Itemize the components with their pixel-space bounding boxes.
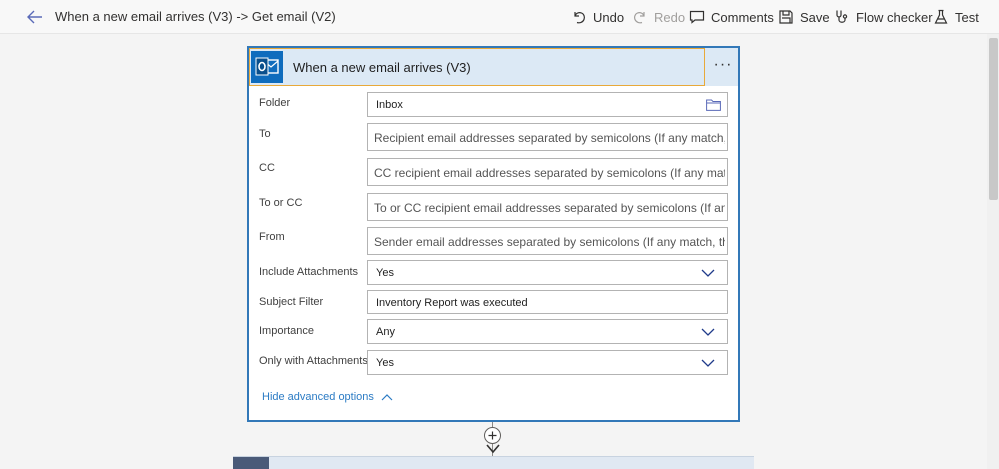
folder-field[interactable]: Inbox	[367, 92, 728, 117]
outlook-icon	[251, 51, 283, 83]
redo-label: Redo	[654, 9, 686, 25]
include-attachments-label: Include Attachments	[259, 266, 359, 278]
flow-breadcrumb: When a new email arrives (V3) -> Get ema…	[55, 9, 336, 24]
card-title: When a new email arrives (V3)	[293, 60, 471, 75]
to-or-cc-field[interactable]: To or CC recipient email addresses separ…	[367, 193, 728, 221]
redo-icon	[634, 12, 645, 24]
save-button[interactable]: Save	[778, 7, 830, 27]
subject-filter-label: Subject Filter	[259, 296, 324, 308]
save-icon	[779, 10, 793, 24]
scrollbar-thumb[interactable]	[989, 38, 998, 200]
to-or-cc-label: To or CC	[259, 197, 303, 209]
subject-filter-value: Inventory Report was executed	[376, 297, 528, 309]
to-or-cc-placeholder: To or CC recipient email addresses separ…	[374, 201, 725, 215]
only-with-attachments-dropdown[interactable]: Yes	[367, 350, 728, 375]
undo-label: Undo	[593, 9, 625, 25]
test-button[interactable]: Test	[933, 7, 979, 27]
hide-advanced-options-link[interactable]: Hide advanced options	[262, 391, 393, 403]
to-label: To	[259, 128, 271, 140]
only-with-attachments-value: Yes	[376, 357, 394, 369]
flow-checker-label: Flow checker	[856, 9, 933, 25]
test-label: Test	[955, 9, 979, 25]
importance-value: Any	[376, 326, 395, 338]
undo-button[interactable]: Undo	[571, 7, 624, 27]
trigger-card: When a new email arrives (V3) ··· Folder…	[247, 46, 740, 422]
chevron-down-icon	[701, 269, 715, 277]
undo-icon	[574, 12, 585, 24]
folder-icon[interactable]	[706, 99, 721, 111]
chevron-up-icon	[381, 394, 393, 401]
next-action-card[interactable]	[233, 456, 754, 469]
plus-icon	[488, 431, 497, 440]
redo-button[interactable]: Redo	[632, 7, 685, 27]
insert-step-button[interactable]	[484, 427, 501, 444]
hide-advanced-options-label: Hide advanced options	[262, 391, 374, 403]
flask-icon	[934, 9, 948, 24]
include-attachments-value: Yes	[376, 267, 394, 279]
importance-dropdown[interactable]: Any	[367, 319, 728, 344]
from-placeholder: Sender email addresses separated by semi…	[374, 235, 725, 249]
comments-label: Comments	[711, 9, 774, 25]
cc-label: CC	[259, 162, 275, 174]
folder-value: Inbox	[376, 99, 403, 111]
comment-icon	[689, 10, 705, 24]
from-label: From	[259, 231, 285, 243]
chevron-down-icon	[701, 328, 715, 336]
only-with-attachments-label: Only with Attachments	[259, 355, 368, 367]
cc-placeholder: CC recipient email addresses separated b…	[374, 166, 725, 180]
to-placeholder: Recipient email addresses separated by s…	[374, 131, 725, 145]
chevron-down-icon	[701, 359, 715, 367]
stethoscope-icon	[836, 10, 848, 23]
to-field[interactable]: Recipient email addresses separated by s…	[367, 123, 728, 151]
save-label: Save	[800, 9, 830, 25]
arrow-down-icon	[486, 444, 500, 454]
importance-label: Importance	[259, 325, 315, 337]
flow-checker-button[interactable]: Flow checker	[834, 7, 933, 27]
action-icon	[233, 457, 269, 469]
more-options-button[interactable]: ···	[711, 54, 735, 80]
command-bar: When a new email arrives (V3) -> Get ema…	[0, 0, 999, 34]
folder-label: Folder	[259, 97, 291, 109]
comments-button[interactable]: Comments	[689, 7, 774, 27]
from-field[interactable]: Sender email addresses separated by semi…	[367, 227, 728, 255]
back-arrow-icon[interactable]	[24, 6, 46, 28]
include-attachments-dropdown[interactable]: Yes	[367, 260, 728, 285]
cc-field[interactable]: CC recipient email addresses separated b…	[367, 158, 728, 186]
subject-filter-field[interactable]: Inventory Report was executed	[367, 290, 728, 314]
card-header[interactable]: When a new email arrives (V3) ···	[249, 48, 738, 86]
